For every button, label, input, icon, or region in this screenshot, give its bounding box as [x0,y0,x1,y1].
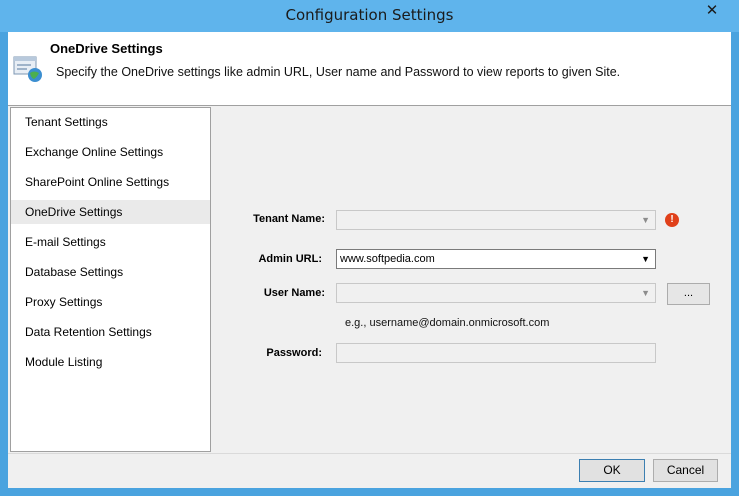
browse-users-button[interactable]: ... [667,283,710,305]
warning-icon: ! [665,213,679,227]
settings-globe-icon [13,56,42,82]
user-name-hint: e.g., username@domain.onmicrosoft.com [345,317,550,329]
nav-item-sharepoint-online-settings[interactable]: SharePoint Online Settings [11,170,210,194]
admin-url-label: Admin URL: [258,253,322,265]
header-title: OneDrive Settings [50,41,163,56]
nav-item-data-retention-settings[interactable]: Data Retention Settings [11,320,210,344]
window-title: Configuration Settings [285,6,454,24]
dialog-client-area: OneDrive Settings Specify the OneDrive s… [8,32,731,488]
cancel-button[interactable]: Cancel [653,459,718,482]
user-name-label: User Name: [263,287,325,299]
header-description: Specify the OneDrive settings like admin… [56,65,621,79]
footer-divider [8,453,731,454]
close-button[interactable]: ✕ [692,1,732,21]
nav-item-database-settings[interactable]: Database Settings [11,260,210,284]
configuration-window: Configuration Settings ✕ OneDrive Settin… [0,0,739,496]
password-field[interactable] [336,343,656,363]
chevron-down-icon: ▼ [641,288,650,298]
nav-item-email-settings[interactable]: E-mail Settings [11,230,210,254]
user-name-select[interactable]: ▼ [336,283,656,303]
chevron-down-icon: ▼ [641,254,650,264]
password-label: Password: [266,347,322,359]
nav-item-proxy-settings[interactable]: Proxy Settings [11,290,210,314]
nav-item-onedrive-settings[interactable]: OneDrive Settings [11,200,210,224]
tenant-name-label: Tenant Name: [253,213,325,225]
nav-item-tenant-settings[interactable]: Tenant Settings [11,110,210,134]
ok-button[interactable]: OK [579,459,645,482]
admin-url-select[interactable]: www.softpedia.com ▼ [336,249,656,269]
admin-url-value: www.softpedia.com [340,253,435,265]
settings-nav: Tenant Settings Exchange Online Settings… [10,107,211,452]
settings-header: OneDrive Settings Specify the OneDrive s… [8,32,731,106]
nav-item-exchange-online-settings[interactable]: Exchange Online Settings [11,140,210,164]
nav-item-module-listing[interactable]: Module Listing [11,350,210,374]
chevron-down-icon: ▼ [641,215,650,225]
settings-content: Tenant Name: ▼ ! Admin URL: www.softpedi… [211,107,731,452]
tenant-name-select[interactable]: ▼ [336,210,656,230]
title-bar[interactable]: Configuration Settings ✕ [0,0,739,32]
